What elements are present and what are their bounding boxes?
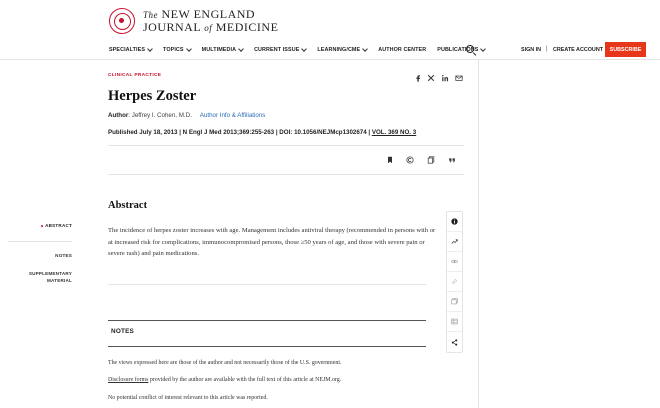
toc-label: MATERIAL xyxy=(47,278,72,283)
tools-divider-bottom xyxy=(108,174,464,175)
nav-topics[interactable]: TOPICS xyxy=(163,46,192,53)
toc-label: SUPPLEMENTARY xyxy=(28,271,72,276)
chevron-down-icon xyxy=(362,46,369,52)
note-disclosure: Disclosure forms provided by the author … xyxy=(108,377,341,383)
notes-divider-bottom xyxy=(108,346,426,347)
permissions-icon[interactable] xyxy=(405,155,414,164)
header-divider xyxy=(0,59,660,60)
logo-medicine: MEDICINE xyxy=(215,20,279,34)
share-icon[interactable] xyxy=(447,332,462,352)
notes-heading: NOTES xyxy=(111,328,135,335)
toc-label: ABSTRACT xyxy=(45,223,72,228)
nav-learning-cme[interactable]: LEARNING/CME xyxy=(317,46,369,53)
author-name[interactable]: : Jeffrey I. Cohen, M.D. xyxy=(128,112,192,119)
author-affiliations-link[interactable]: Author Info & Affiliations xyxy=(200,112,266,119)
right-column-divider xyxy=(478,60,479,408)
toc-divider xyxy=(8,241,72,242)
toc-item-abstract[interactable]: ABSTRACT xyxy=(40,222,72,229)
subscribe-button[interactable]: SUBSCRIBE xyxy=(605,42,646,57)
article-tools-strip xyxy=(446,211,463,353)
metrics-trend-icon[interactable] xyxy=(447,232,462,252)
logo-of: of xyxy=(204,23,213,33)
volume-link[interactable]: VOL. 369 NO. 3 xyxy=(372,129,416,136)
abstract-text: The incidence of herpes zoster increases… xyxy=(108,227,436,258)
main-nav: SPECIALTIES TOPICS MULTIMEDIA CURRENT IS… xyxy=(109,44,496,56)
nav-multimedia[interactable]: MULTIMEDIA xyxy=(201,46,244,53)
note-conflict: No potential conflict of interest releva… xyxy=(108,395,268,401)
toc-label: NOTES xyxy=(55,253,72,258)
toc-item-supplementary-material[interactable]: SUPPLEMENTARY MATERIAL xyxy=(29,270,72,284)
logo-journal: JOURNAL xyxy=(143,20,201,34)
copy-icon[interactable] xyxy=(426,155,435,164)
section-label[interactable]: CLINICAL PRACTICE xyxy=(108,73,161,78)
disclosure-forms-link[interactable]: Disclosure forms xyxy=(108,377,148,383)
header-separator: | xyxy=(546,46,548,52)
nav-label: CURRENT ISSUE xyxy=(254,47,300,53)
info-icon[interactable] xyxy=(447,212,462,232)
nav-label: TOPICS xyxy=(163,47,184,53)
nav-author-center[interactable]: AUTHOR CENTER xyxy=(378,47,426,53)
nav-label: AUTHOR CENTER xyxy=(378,47,427,53)
link-icon[interactable] xyxy=(447,272,462,292)
chevron-down-icon xyxy=(238,46,244,52)
nejm-logo[interactable]: The NEW ENGLAND JOURNAL of MEDICINE xyxy=(109,8,278,34)
x-twitter-icon[interactable] xyxy=(426,73,436,83)
nav-current-issue[interactable]: CURRENT ISSUE xyxy=(254,46,308,53)
abstract-end-divider xyxy=(108,284,426,285)
publication-details: Published July 18, 2013 | N Engl J Med 2… xyxy=(108,129,372,136)
active-dot-icon xyxy=(40,224,44,228)
nav-specialties[interactable]: SPECIALTIES xyxy=(109,46,153,53)
table-icon[interactable] xyxy=(447,312,462,332)
abstract-heading: Abstract xyxy=(108,200,148,211)
toc-item-notes[interactable]: NOTES xyxy=(55,252,72,259)
author-label: Author xyxy=(108,112,129,119)
chevron-down-icon xyxy=(147,46,153,52)
nav-label: LEARNING/CME xyxy=(317,47,361,53)
email-icon[interactable] xyxy=(454,73,464,83)
note-disclosure-text: provided by the author are available wit… xyxy=(148,377,342,383)
author-line: Author: Jeffrey I. Cohen, M.D. Author Inf… xyxy=(108,112,265,119)
chevron-down-icon xyxy=(480,46,487,52)
nav-label: MULTIMEDIA xyxy=(201,47,237,53)
sign-in-link[interactable]: SIGN IN xyxy=(521,47,541,53)
logo-wordmark: The NEW ENGLAND JOURNAL of MEDICINE xyxy=(143,8,278,34)
notes-divider-top xyxy=(108,320,426,321)
logo-the: The xyxy=(143,10,158,20)
nav-publications[interactable]: PUBLICATIONS xyxy=(437,46,487,53)
chevron-down-icon xyxy=(185,46,192,52)
view-eye-icon[interactable] xyxy=(447,252,462,272)
nejm-seal-icon xyxy=(109,8,135,34)
linkedin-icon[interactable] xyxy=(440,73,450,83)
cite-quote-icon[interactable] xyxy=(447,155,456,164)
create-account-link[interactable]: CREATE ACCOUNT xyxy=(553,47,603,53)
tools-divider-top xyxy=(108,145,464,146)
facebook-icon[interactable] xyxy=(413,73,423,83)
bookmark-icon[interactable] xyxy=(385,155,394,164)
note-disclaimer: The views expressed here are those of th… xyxy=(108,360,342,366)
nav-label: SPECIALTIES xyxy=(109,47,146,53)
logo-new-england: NEW ENGLAND xyxy=(161,7,256,21)
article-title: Herpes Zoster xyxy=(108,88,197,104)
chevron-down-icon xyxy=(301,46,308,52)
gallery-icon[interactable] xyxy=(447,292,462,312)
search-icon[interactable] xyxy=(466,45,474,53)
publication-info: Published July 18, 2013 | N Engl J Med 2… xyxy=(108,129,416,136)
